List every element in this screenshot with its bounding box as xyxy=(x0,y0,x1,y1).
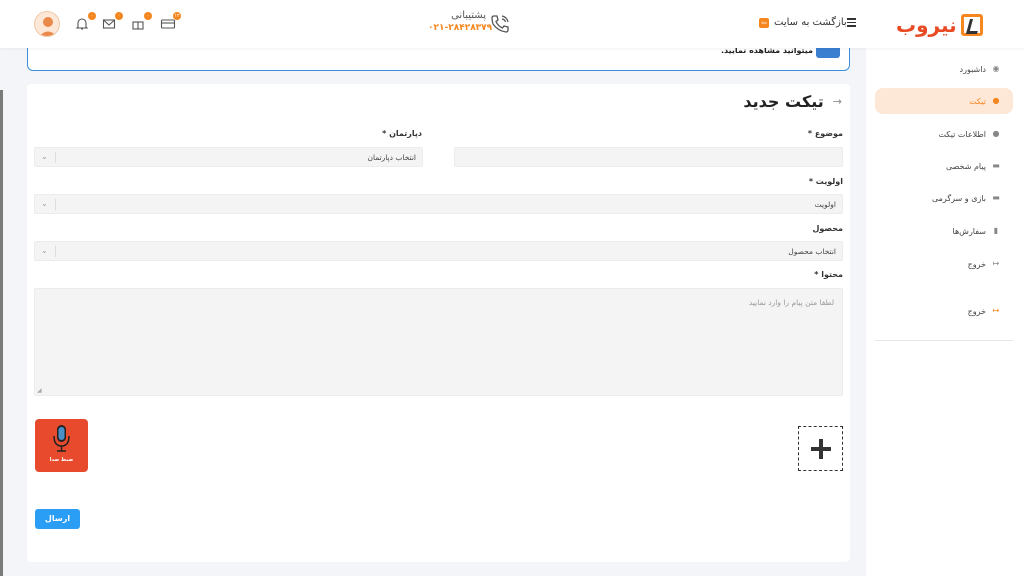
priority-label: اولویت * xyxy=(808,177,843,186)
sidebar-item-label: بازی و سرگرمی xyxy=(931,193,986,203)
mail-icon[interactable]: ۰ xyxy=(102,12,123,32)
dashboard-icon: ◉ xyxy=(992,64,1000,73)
sidebar-item-orders[interactable]: ▮ سفارش‌ها xyxy=(875,218,1013,244)
support-label: پشتیبانی xyxy=(451,10,486,21)
chevron-down-icon: ⌄ xyxy=(41,246,48,255)
top-header: ۰ ۰ ۰ ۱۲ پشتیبانی ۰۲۱-۲۸۴۲۸۳۷۹ بازگشت به… xyxy=(0,0,1024,48)
sidebar-item-logout[interactable]: ↦ خروج xyxy=(875,298,1013,324)
sidebar-item-label: خروج xyxy=(967,306,986,316)
submit-button[interactable]: ارسال xyxy=(35,509,80,529)
logo-text: نیروب xyxy=(896,13,957,37)
mail-badge: ۰ xyxy=(115,12,123,20)
cart-badge: ۱۲ xyxy=(173,12,181,20)
add-attachment-button[interactable] xyxy=(798,426,843,471)
content-placeholder: لطفا متن پیام را وارد نمایید xyxy=(748,298,834,307)
menu-toggle-button[interactable] xyxy=(847,18,856,27)
sidebar-item-exit[interactable]: ↦ خروج xyxy=(875,251,1013,277)
back-to-site-link[interactable]: بازگشت به سایت ⇦ xyxy=(759,17,847,28)
exit-icon: ↦ xyxy=(992,306,1000,315)
product-label: محصول xyxy=(812,224,843,233)
support-phone[interactable]: ۰۲۱-۲۸۴۲۸۳۷۹ xyxy=(428,23,492,33)
message-icon: ▬ xyxy=(992,161,1000,170)
info-alert: میتوانید مشاهده نمایید. xyxy=(27,44,850,71)
department-value: انتخاب دپارتمان xyxy=(367,153,416,162)
logo-mark-icon xyxy=(960,14,983,36)
microphone-icon xyxy=(53,425,70,452)
sidebar: ◉ داشبورد ● تیکت ● اطلاعات تیکت ▬ پیام ش… xyxy=(866,48,1024,576)
info-icon: ● xyxy=(992,129,1000,138)
chevron-down-icon: ⌄ xyxy=(41,199,48,208)
support-info: پشتیبانی ۰۲۱-۲۸۴۲۸۳۷۹ xyxy=(428,10,492,33)
priority-select[interactable]: اولویت ⌄ xyxy=(34,194,843,214)
bell-badge: ۰ xyxy=(88,12,96,20)
gamepad-icon: ▬ xyxy=(992,193,1000,202)
product-value: انتخاب محصول xyxy=(788,247,836,256)
product-select[interactable]: انتخاب محصول ⌄ xyxy=(34,241,843,261)
gift-icon[interactable]: ۰ xyxy=(131,12,152,32)
sidebar-item-games[interactable]: ▬ بازی و سرگرمی xyxy=(875,185,1013,211)
department-label: دپارتمان * xyxy=(382,129,422,138)
sidebar-item-label: سفارش‌ها xyxy=(952,226,986,236)
content-label: محتوا * xyxy=(814,270,843,279)
sidebar-item-ticket[interactable]: ● تیکت xyxy=(875,88,1013,114)
sidebar-item-label: تیکت xyxy=(969,96,986,106)
sidebar-item-ticket-info[interactable]: ● اطلاعات تیکت xyxy=(875,121,1013,147)
page-title: تیکت جدید xyxy=(743,92,824,111)
sidebar-divider xyxy=(875,340,1013,341)
priority-value: اولویت xyxy=(814,200,836,209)
chevron-down-icon: ⌄ xyxy=(41,152,48,161)
sidebar-item-label: پیام شخصی xyxy=(945,161,986,171)
sidebar-item-label: اطلاعات تیکت xyxy=(938,129,986,139)
sidebar-item-dashboard[interactable]: ◉ داشبورد xyxy=(875,56,1013,82)
sidebar-item-label: داشبورد xyxy=(959,64,986,74)
record-label: ضبط صدا xyxy=(49,457,74,463)
exit-icon: ↦ xyxy=(992,259,1000,268)
logo[interactable]: نیروب xyxy=(896,13,983,37)
title-row: → تیکت جدید xyxy=(743,92,842,111)
cart-icon[interactable]: ۱۲ xyxy=(160,12,181,32)
exit-arrow-icon: ⇦ xyxy=(759,17,769,28)
gift-badge: ۰ xyxy=(144,12,152,20)
orders-icon: ▮ xyxy=(993,226,999,235)
back-to-site-label: بازگشت به سایت xyxy=(774,17,847,28)
subject-label: موضوع * xyxy=(807,129,843,138)
resize-grip-icon[interactable]: ◢ xyxy=(37,387,42,394)
left-scroll-strip xyxy=(0,90,3,576)
new-ticket-card: → تیکت جدید موضوع * دپارتمان * انتخاب دپ… xyxy=(27,84,850,562)
subject-input[interactable] xyxy=(454,147,843,167)
ticket-icon: ● xyxy=(992,96,1000,105)
sidebar-item-messages[interactable]: ▬ پیام شخصی xyxy=(875,153,1013,179)
sidebar-item-label: خروج xyxy=(967,259,986,269)
bell-icon[interactable]: ۰ xyxy=(75,12,96,32)
back-arrow-icon[interactable]: → xyxy=(833,95,842,108)
content-textarea[interactable]: لطفا متن پیام را وارد نمایید ◢ xyxy=(34,288,843,396)
avatar[interactable] xyxy=(34,11,60,37)
phone-icon xyxy=(488,12,512,36)
department-select[interactable]: انتخاب دپارتمان ⌄ xyxy=(34,147,423,167)
record-voice-button[interactable]: ضبط صدا xyxy=(35,419,88,472)
